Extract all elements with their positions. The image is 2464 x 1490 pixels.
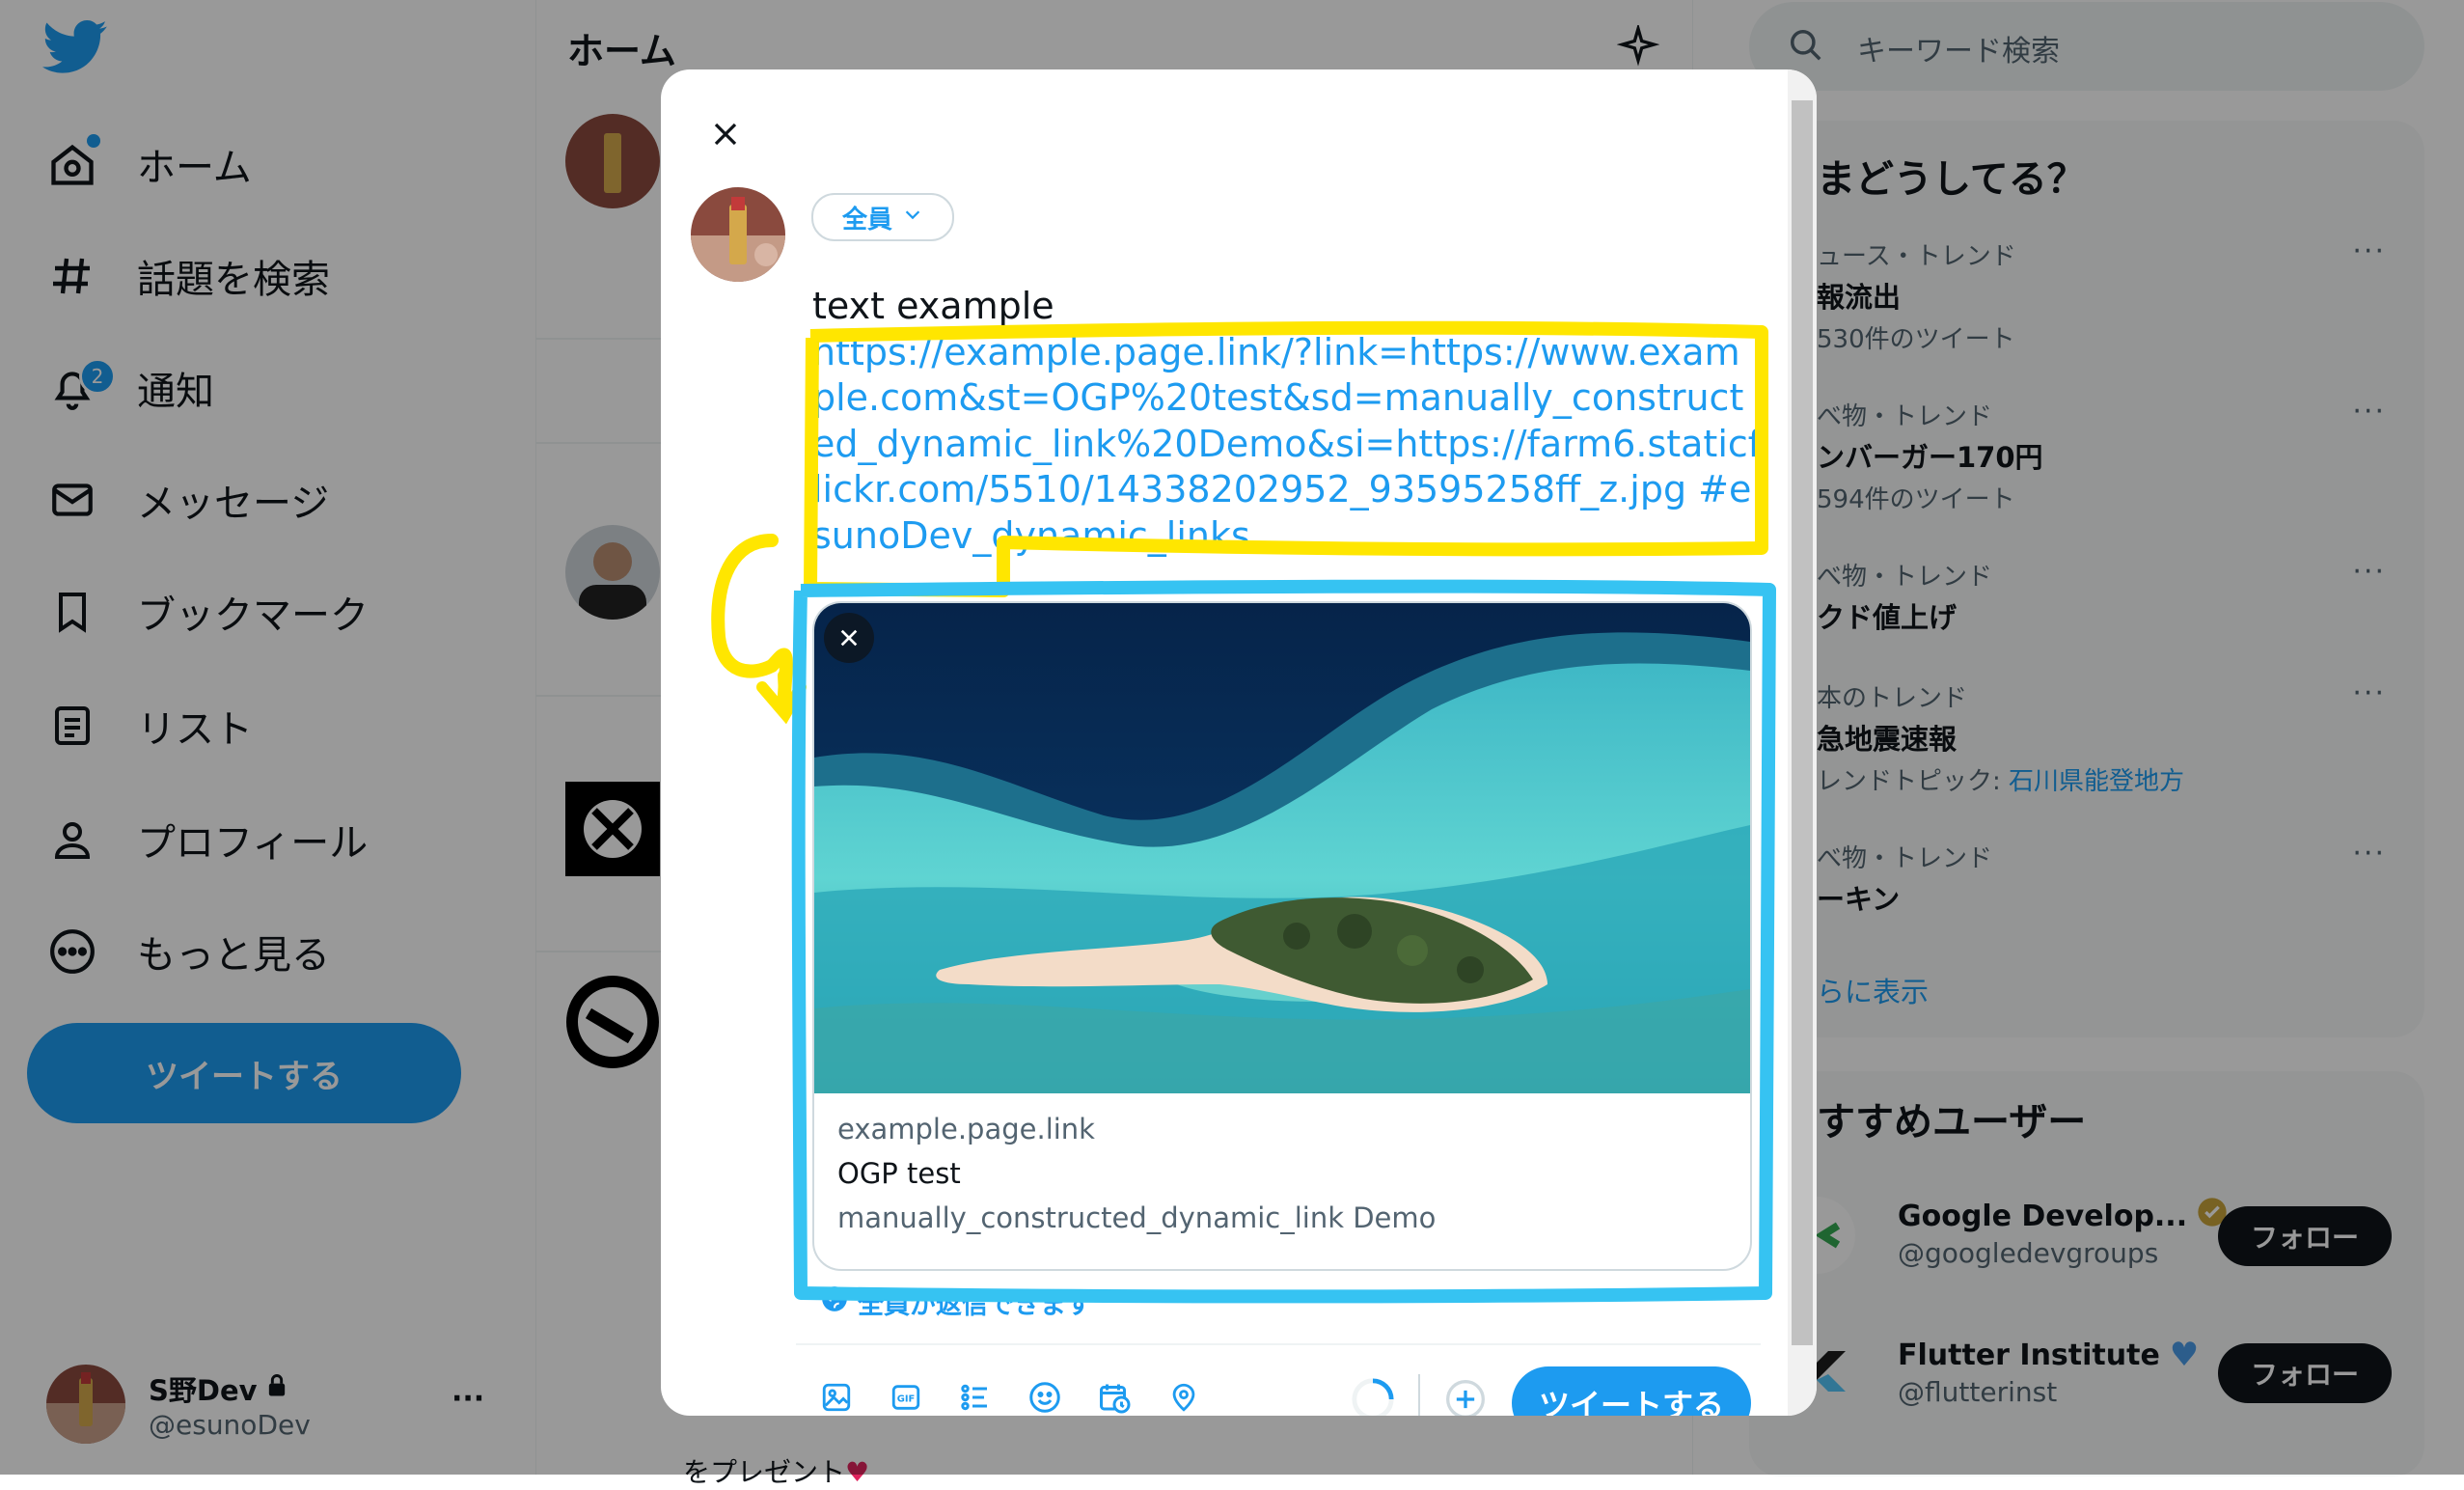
schedule-icon[interactable] [1089,1372,1139,1416]
card-domain: example.page.link [837,1113,1095,1145]
tweet-text-area[interactable]: text example https://example.page.link/?… [812,284,1763,559]
composer-avatar[interactable] [691,187,785,282]
tweet-submit-button[interactable]: ツイートする [1512,1366,1751,1416]
compose-tweet-modal: 全員 text example https://example.page.lin… [661,69,1817,1416]
audience-selector[interactable]: 全員 [811,193,954,241]
link-preview-card[interactable]: example.page.link OGP test manually_cons… [812,601,1752,1271]
toolbar-separator [1418,1374,1420,1416]
card-image [814,603,1750,1093]
tweet-text-url[interactable]: https://example.page.link/?link=https://… [812,331,1761,511]
emoji-icon[interactable] [1020,1372,1070,1416]
reply-setting-label: 全員が返信できます [858,1290,1092,1320]
remove-card-icon[interactable] [824,613,874,663]
svg-text:GIF: GIF [897,1393,916,1404]
tweet-text-plain: text example [812,285,1054,327]
modal-scrollbar[interactable] [1788,69,1817,1416]
character-count-ring [1348,1374,1398,1416]
chevron-down-icon [902,203,923,232]
card-title: OGP test [837,1157,961,1190]
gif-icon[interactable]: GIF [881,1372,931,1416]
card-description: manually_constructed_dynamic_link Demo [837,1201,1437,1234]
location-icon[interactable] [1159,1372,1209,1416]
close-icon[interactable] [692,100,759,168]
poll-icon[interactable] [950,1372,1000,1416]
add-tweet-icon[interactable] [1440,1374,1491,1416]
scrollbar-thumb[interactable] [1792,100,1813,1345]
audience-label: 全員 [841,205,892,235]
reply-setting[interactable]: 全員が返信できます [821,1283,1092,1321]
toolbar-divider [796,1343,1761,1345]
globe-icon [821,1285,848,1319]
image-icon[interactable] [811,1372,862,1416]
